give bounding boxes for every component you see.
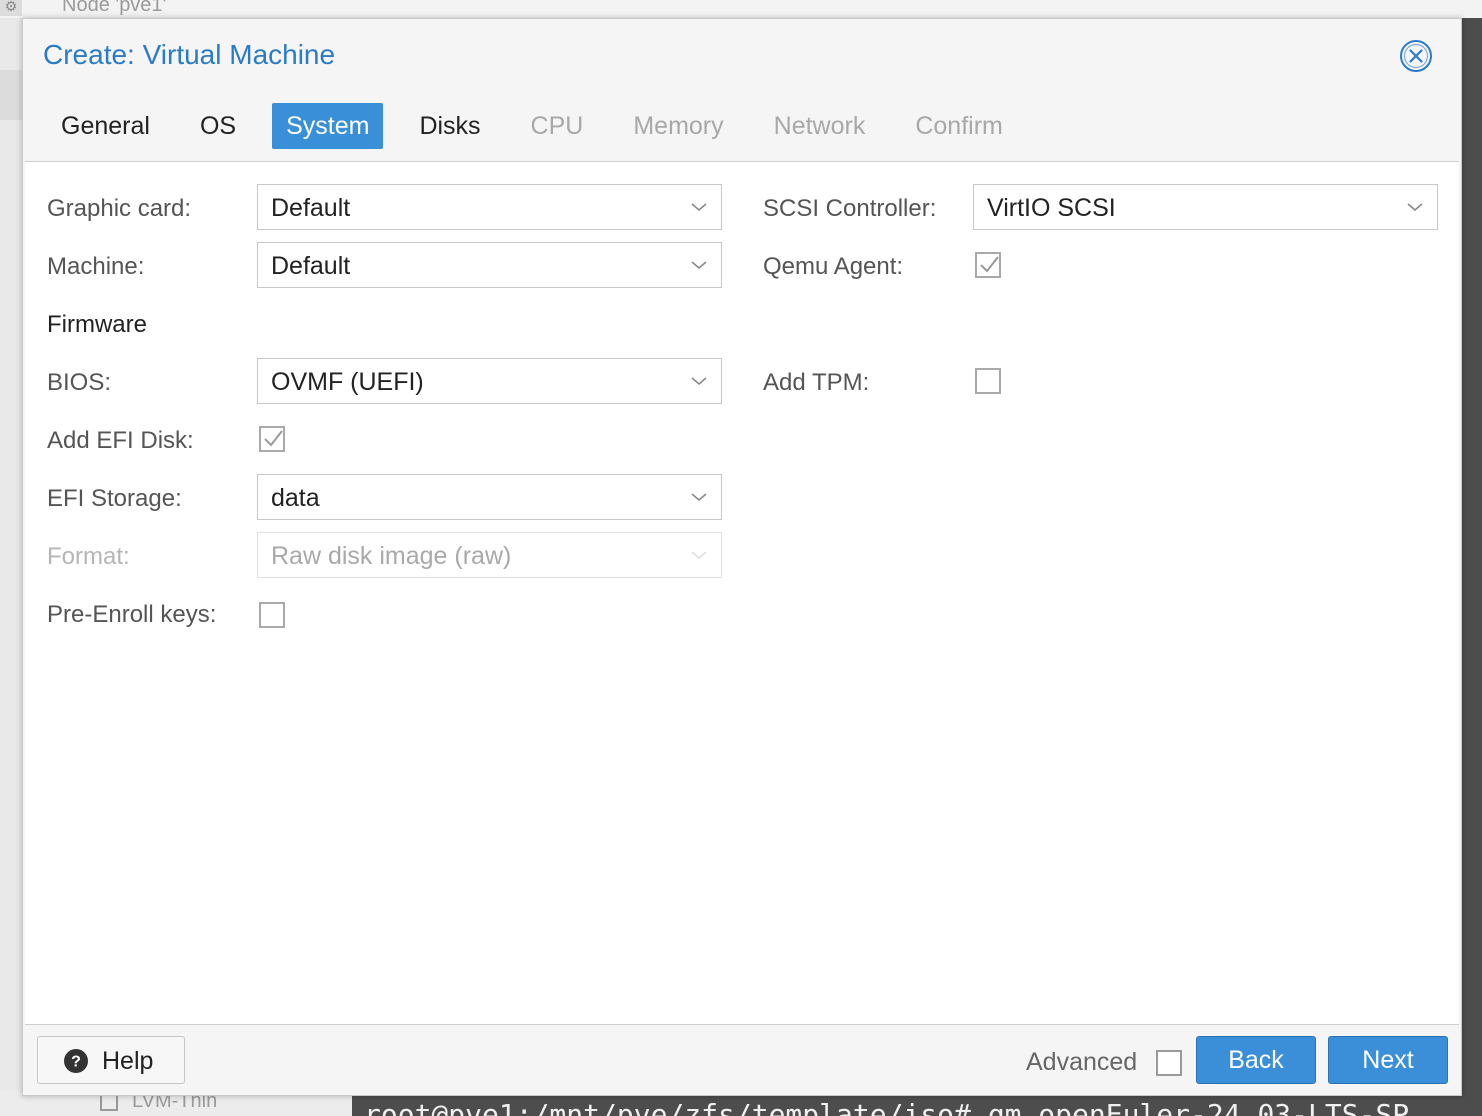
machine-select[interactable]: Default [257,242,722,288]
dialog-footer: ? Help Advanced Back Next [23,1024,1461,1095]
advanced-label: Advanced [1026,1048,1138,1076]
background-node-title: Node 'pve1' [62,0,167,16]
scsi-controller-select[interactable]: VirtIO SCSI [973,184,1438,230]
back-button[interactable]: Back [1196,1036,1316,1084]
add-tpm-label: Add TPM: [763,369,870,396]
machine-label: Machine: [47,253,145,280]
scsi-controller-label: SCSI Controller: [763,195,937,222]
background-header [0,0,1482,18]
create-vm-dialog: Create: Virtual Machine General OS Syste… [22,18,1462,1096]
scsi-controller-value: VirtIO SCSI [987,194,1116,222]
advanced-checkbox[interactable] [1156,1050,1182,1076]
format-select: Raw disk image (raw) [257,532,722,578]
efi-storage-select[interactable]: data [257,474,722,520]
qemu-agent-label: Qemu Agent: [763,253,904,280]
bios-label: BIOS: [47,369,112,396]
chevron-down-icon [691,261,707,270]
tab-confirm[interactable]: Confirm [901,103,1017,149]
tab-os[interactable]: OS [186,103,250,149]
efi-storage-value: data [271,484,320,512]
tab-cpu[interactable]: CPU [517,103,598,149]
chevron-down-icon [691,493,707,502]
close-icon [1400,40,1432,72]
tab-system[interactable]: System [272,103,384,149]
chevron-down-icon [691,377,707,386]
wizard-tabs: General OS System Disks CPU Memory Netwo… [47,103,1039,149]
graphic-card-value: Default [271,194,351,222]
efi-storage-label: EFI Storage: [47,485,182,512]
dialog-title: Create: Virtual Machine [43,39,336,70]
background-console-right [1462,18,1482,1092]
graphic-card-label: Graphic card: [47,195,192,222]
pre-enroll-keys-label: Pre-Enroll keys: [47,601,217,628]
pre-enroll-keys-checkbox[interactable] [259,602,285,628]
format-label: Format: [47,543,130,570]
svg-text:?: ? [71,1054,81,1071]
bios-select[interactable]: OVMF (UEFI) [257,358,722,404]
chevron-down-icon [691,203,707,212]
qemu-agent-checkbox[interactable] [975,252,1001,278]
background-sidebar [0,70,24,120]
chevron-down-icon [1407,203,1423,212]
tab-network[interactable]: Network [760,103,880,149]
tab-memory[interactable]: Memory [619,103,737,149]
tab-general[interactable]: General [47,103,164,149]
firmware-heading: Firmware [47,311,147,338]
console-line: root@pve1:/mnt/pve/zfs/template/iso# qm … [364,1098,1410,1116]
help-icon: ? [64,1049,88,1073]
help-button[interactable]: ? Help [37,1036,185,1084]
add-efi-disk-label: Add EFI Disk: [47,427,194,454]
system-form-panel: Graphic card: Default Machine: Default F… [25,161,1459,1025]
next-button[interactable]: Next [1328,1036,1448,1084]
machine-value: Default [271,252,351,280]
checkmark-icon [264,430,283,447]
add-tpm-checkbox[interactable] [975,368,1001,394]
chevron-down-icon [691,551,707,560]
add-efi-disk-checkbox[interactable] [259,426,285,452]
close-button[interactable] [1399,39,1433,73]
tab-disks[interactable]: Disks [405,103,494,149]
help-label: Help [102,1047,154,1075]
format-value: Raw disk image (raw) [271,542,512,570]
bios-value: OVMF (UEFI) [271,368,424,396]
gear-icon: ⚙ [0,0,22,16]
graphic-card-select[interactable]: Default [257,184,722,230]
checkmark-icon [980,256,999,273]
